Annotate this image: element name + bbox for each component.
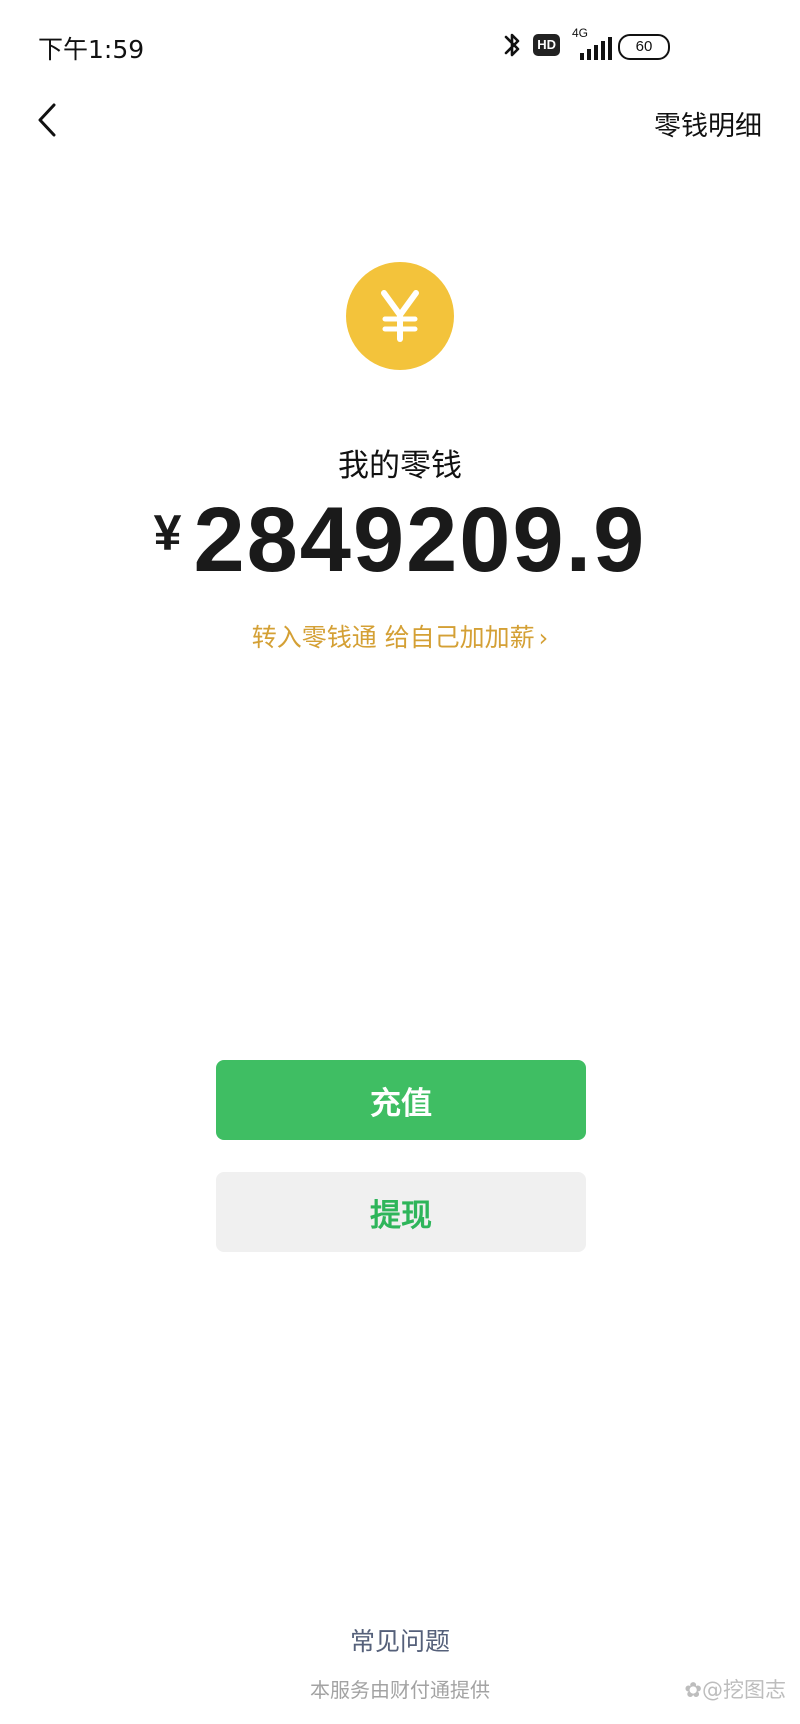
battery-icon: 60	[618, 34, 670, 60]
change-details-link[interactable]: 零钱明细	[654, 104, 762, 143]
back-chevron-icon[interactable]	[34, 102, 60, 138]
balance-display: ¥2849209.9	[0, 488, 800, 593]
currency-symbol: ¥	[153, 505, 182, 561]
status-time: 下午1:59	[38, 35, 145, 64]
cellular-signal-icon: 4G	[570, 26, 618, 60]
provider-text: 本服务由财付通提供	[310, 1678, 490, 1702]
balance-amount: 2849209.9	[193, 489, 647, 591]
watermark: ✿@挖图志	[684, 1678, 786, 1702]
bluetooth-icon	[504, 33, 520, 57]
yen-coin-icon	[346, 262, 454, 370]
promo-link[interactable]: 转入零钱通 给自己加加薪 ›	[0, 618, 800, 654]
status-bar: 下午1:59 HD 4G 60	[0, 0, 800, 92]
chevron-right-icon: ›	[538, 624, 549, 652]
withdraw-button[interactable]: 提现	[216, 1172, 586, 1252]
faq-link[interactable]: 常见问题	[0, 1622, 800, 1658]
promo-text: 转入零钱通 给自己加加薪	[251, 623, 535, 652]
recharge-button[interactable]: 充值	[216, 1060, 586, 1140]
status-icons: HD 4G	[501, 26, 618, 62]
wallet-title: 我的零钱	[338, 448, 462, 484]
hd-badge: HD	[533, 34, 560, 56]
